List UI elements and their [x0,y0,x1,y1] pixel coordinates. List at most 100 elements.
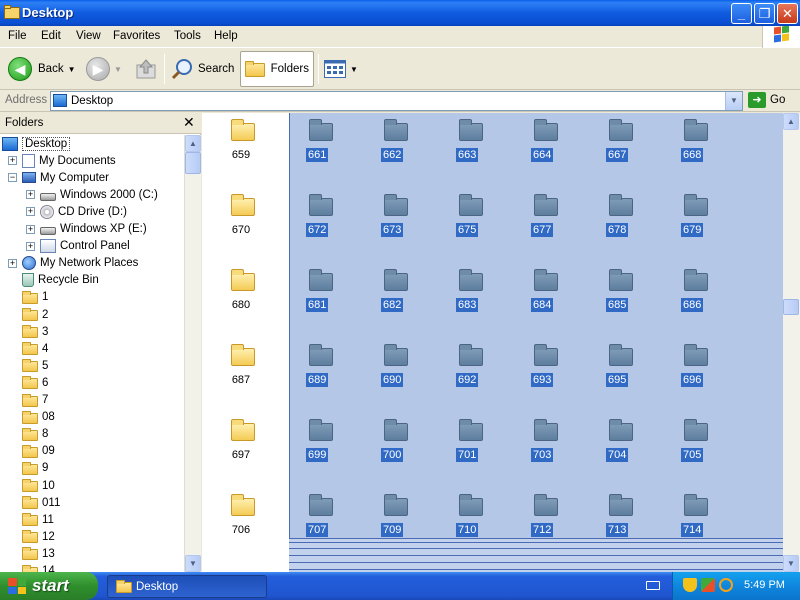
tree-item[interactable]: + Control Panel [26,238,130,255]
tree-item[interactable]: 5 [22,357,48,374]
menu-view[interactable]: View [76,30,101,42]
tree-item[interactable]: 3 [22,323,48,340]
expand-icon[interactable]: + [26,190,35,200]
tree-item[interactable]: 4 [22,340,48,357]
maximize-button[interactable]: ❐ [754,3,775,24]
minimize-button[interactable]: _ [731,3,752,24]
folder-item-selected[interactable]: 661 [282,113,352,183]
expand-icon[interactable]: + [8,258,17,268]
folder-item-selected[interactable]: 696 [657,338,727,408]
address-dropdown-icon[interactable]: ▼ [725,92,742,110]
menu-file[interactable]: File [8,30,27,42]
folder-item-selected[interactable]: 662 [357,113,427,183]
title-bar[interactable]: Desktop _ ❐ ✕ [0,0,800,26]
tree-item[interactable]: 6 [22,374,48,391]
folder-item-selected[interactable]: 693 [507,338,577,408]
expand-icon[interactable]: + [26,241,35,251]
scroll-thumb[interactable] [783,299,799,315]
folder-item-selected[interactable]: 699 [282,413,352,483]
menu-help[interactable]: Help [214,30,238,42]
folder-item-selected[interactable]: 709 [357,488,427,558]
tree-item[interactable]: + CD Drive (D:) [26,203,127,220]
folder-item-selected[interactable]: 686 [657,263,727,333]
tree-item[interactable]: Desktop [2,135,71,152]
folder-item-selected[interactable]: 683 [432,263,502,333]
folder-item-selected[interactable]: 712 [507,488,577,558]
tree-item[interactable]: Recycle Bin [22,272,99,289]
folder-item-selected[interactable]: 668 [657,113,727,183]
taskbar-item-desktop[interactable]: Desktop [107,575,267,598]
folder-item-selected[interactable]: 713 [582,488,652,558]
scroll-thumb[interactable] [185,152,201,174]
close-icon[interactable]: ✕ [183,114,195,131]
folder-item-selected[interactable]: 703 [507,413,577,483]
menu-favorites[interactable]: Favorites [113,30,160,42]
folder-item-selected[interactable]: 700 [357,413,427,483]
folder-item-selected[interactable]: 678 [582,188,652,258]
tree-item[interactable]: 14 [22,563,55,572]
collapse-icon[interactable]: − [8,173,17,183]
security-shield-icon[interactable] [683,578,697,592]
folder-item-selected[interactable]: 684 [507,263,577,333]
folder-item-selected[interactable]: 710 [432,488,502,558]
tree-item[interactable]: 08 [22,409,55,426]
views-button[interactable]: ▼ [324,52,358,86]
scroll-up-icon[interactable]: ▲ [185,135,201,152]
folder-item-selected[interactable]: 679 [657,188,727,258]
folder-item-selected[interactable]: 667 [582,113,652,183]
folder-item[interactable]: 659 [204,113,274,183]
tree-item[interactable]: 11 [22,511,54,528]
folder-item-selected[interactable]: 672 [282,188,352,258]
folder-item-selected[interactable]: 681 [282,263,352,333]
forward-button[interactable]: ▶ ▼ [86,52,122,86]
expand-icon[interactable]: + [8,156,17,166]
folder-item-selected[interactable]: 689 [282,338,352,408]
folder-item-selected[interactable]: 682 [357,263,427,333]
folder-item-selected[interactable]: 685 [582,263,652,333]
file-view[interactable]: 659 661 662 663 664 667 668 670 672 673 675 677 678 6… [202,113,783,572]
start-button[interactable]: start [0,572,98,600]
tree-item[interactable]: 09 [22,443,55,460]
forward-dropdown-icon[interactable]: ▼ [114,65,122,74]
tree-item[interactable]: 7 [22,392,48,409]
keyboard-icon[interactable] [646,581,660,590]
tree-item[interactable]: + My Network Places [8,255,138,272]
tree-item[interactable]: − My Computer [8,169,109,186]
tree-item[interactable]: 9 [22,460,48,477]
folder-item-selected[interactable]: 714 [657,488,727,558]
up-button[interactable] [134,52,158,86]
close-button[interactable]: ✕ [777,3,798,24]
scroll-down-icon[interactable]: ▼ [185,555,201,572]
tree-item[interactable]: 2 [22,306,48,323]
folder-item[interactable]: 670 [204,188,274,258]
folder-item[interactable]: 697 [204,413,274,483]
folder-item[interactable]: 680 [204,263,274,333]
search-button[interactable]: Search [170,52,234,86]
folder-item-selected[interactable]: 705 [657,413,727,483]
expand-icon[interactable]: + [26,207,35,217]
tree-item[interactable]: 1 [22,289,48,306]
tree-item[interactable]: 12 [22,528,55,545]
folder-item-selected[interactable]: 690 [357,338,427,408]
back-dropdown-icon[interactable]: ▼ [68,65,76,74]
tree-item[interactable]: + Windows XP (E:) [26,221,147,238]
scroll-up-icon[interactable]: ▲ [783,113,799,130]
tree-item[interactable]: 10 [22,477,55,494]
tree-item[interactable]: 8 [22,426,48,443]
go-button[interactable]: ➜ Go [748,92,785,108]
folder-item[interactable]: 687 [204,338,274,408]
folder-item-selected[interactable]: 664 [507,113,577,183]
tree-scrollbar[interactable]: ▲ ▼ [184,135,201,572]
folder-item-selected[interactable]: 677 [507,188,577,258]
tree-item[interactable]: + Windows 2000 (C:) [26,186,158,203]
folder-item-selected[interactable]: 695 [582,338,652,408]
folder-item-selected[interactable]: 707 [282,488,352,558]
folder-item-selected[interactable]: 673 [357,188,427,258]
expand-icon[interactable]: + [26,224,35,234]
tree-item[interactable]: 011 [22,494,60,511]
views-dropdown-icon[interactable]: ▼ [350,65,358,74]
file-view-scrollbar[interactable]: ▲ ▼ [783,113,800,572]
tree-item[interactable]: + My Documents [8,152,116,169]
address-input[interactable]: Desktop ▼ [50,91,743,111]
scroll-down-icon[interactable]: ▼ [783,555,799,572]
